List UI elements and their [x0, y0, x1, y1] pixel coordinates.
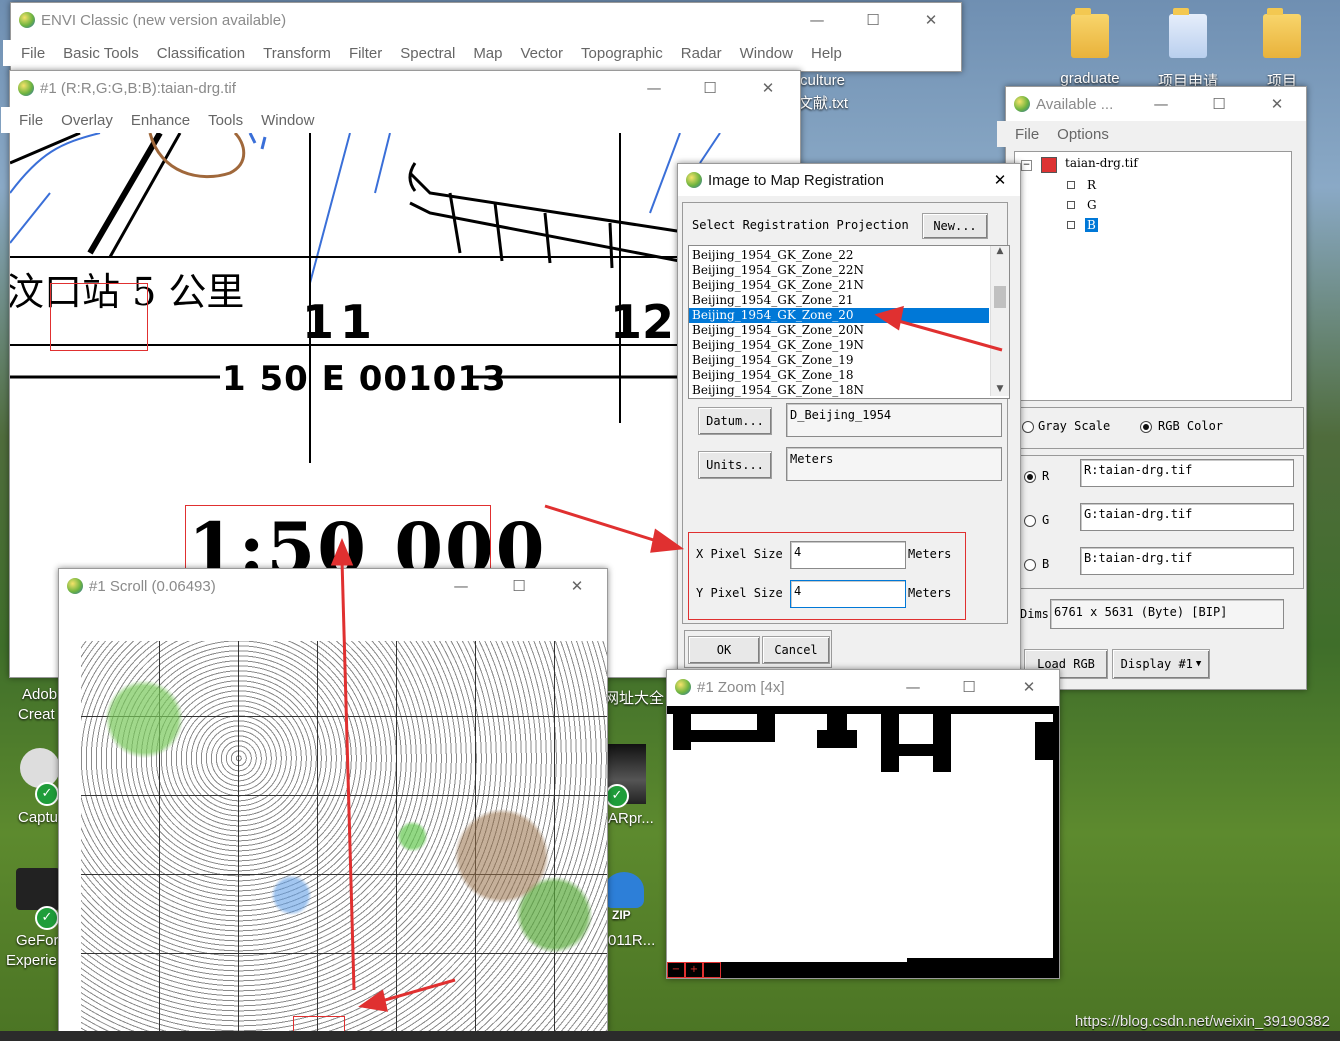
annotation-arrows — [330, 305, 1003, 1012]
arrow-to-viewport — [377, 978, 456, 1004]
watermark-text: https://blog.csdn.net/weixin_39190382 — [1074, 1013, 1330, 1030]
arrow-to-pixel-size — [544, 504, 661, 544]
arrow-to-projection — [894, 318, 1003, 352]
arrow-head — [650, 528, 685, 553]
arrow-head — [330, 538, 354, 566]
arrow-to-scale — [340, 559, 356, 991]
taskbar — [0, 1031, 1340, 1041]
arrow-head — [358, 989, 388, 1012]
arrow-head — [874, 305, 904, 331]
